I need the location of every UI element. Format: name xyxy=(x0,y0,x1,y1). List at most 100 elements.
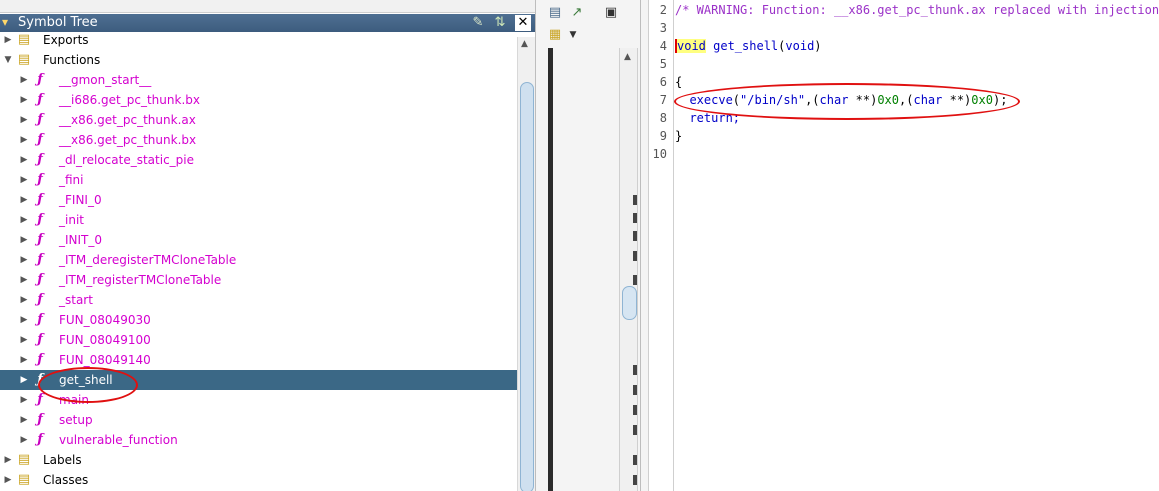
expand-icon[interactable]: ▶ xyxy=(19,354,29,366)
code-token[interactable]: execve xyxy=(675,93,732,107)
tree-item-label: Functions xyxy=(43,53,101,67)
snapshot-icon[interactable]: ▣ xyxy=(602,4,620,22)
expand-icon[interactable]: ▶ xyxy=(3,34,13,46)
expand-icon[interactable]: ▶ xyxy=(19,254,29,266)
expand-icon[interactable]: ▶ xyxy=(19,414,29,426)
tree-function-itm-deregistertmclonetable[interactable]: ▶ ƒ _ITM_deregisterTMCloneTable xyxy=(0,250,517,270)
code-token[interactable]: 0x0 xyxy=(971,93,993,107)
code-token[interactable]: "/bin/sh" xyxy=(740,93,805,107)
tree-function-fun-08049030[interactable]: ▶ ƒ FUN_08049030 xyxy=(0,310,517,330)
expand-icon[interactable]: ▶ xyxy=(19,174,29,186)
code-token[interactable]: { xyxy=(675,75,682,89)
code-token[interactable]: get_shell xyxy=(706,39,778,53)
tree-function-itm-registertmclonetable[interactable]: ▶ ƒ _ITM_registerTMCloneTable xyxy=(0,270,517,290)
tree-function-fini-0[interactable]: ▶ ƒ _FINI_0 xyxy=(0,190,517,210)
expand-icon[interactable]: ▶ xyxy=(3,474,13,486)
code-token[interactable]: ); xyxy=(993,93,1007,107)
scroll-up-icon[interactable]: ▲ xyxy=(624,52,631,62)
tree-function-dl-relocate-static-pie[interactable]: ▶ ƒ _dl_relocate_static_pie xyxy=(0,150,517,170)
code-token[interactable]: } xyxy=(675,129,682,143)
tree-category-classes[interactable]: ▶ ▤ Classes xyxy=(0,470,517,490)
thunk-function-icon: ƒ xyxy=(37,72,43,87)
tree-item-label: get_shell xyxy=(59,373,113,387)
marker xyxy=(633,425,637,435)
tree-function-get-shell[interactable]: ▶ ƒ get_shell xyxy=(0,370,517,390)
tree-function-init-0[interactable]: ▶ ƒ _INIT_0 xyxy=(0,230,517,250)
collapse-icon[interactable]: ▼ xyxy=(3,54,13,66)
folder-icon: ▤ xyxy=(17,472,31,487)
expand-icon[interactable]: ▶ xyxy=(19,314,29,326)
code-token[interactable]: ) xyxy=(814,39,821,53)
code-line[interactable]: { xyxy=(675,73,682,91)
table-export-icon[interactable]: ▤ xyxy=(546,4,564,22)
symbol-tree-scrollbar[interactable]: ▲ xyxy=(517,37,535,491)
expand-icon[interactable]: ▶ xyxy=(19,374,29,386)
tree-function-vulnerable-function[interactable]: ▶ ƒ vulnerable_function xyxy=(0,430,517,450)
navigate-icon[interactable]: ✎ xyxy=(470,15,486,31)
scrollbar-thumb[interactable] xyxy=(520,82,534,491)
expand-icon[interactable]: ▶ xyxy=(19,334,29,346)
marker xyxy=(633,385,637,395)
expand-icon[interactable]: ▶ xyxy=(19,434,29,446)
thunk-function-icon: ƒ xyxy=(37,252,43,267)
tree-function-init[interactable]: ▶ ƒ _init xyxy=(0,210,517,230)
expand-icon[interactable]: ▶ xyxy=(3,454,13,466)
code-token[interactable]: char xyxy=(820,93,849,107)
edit-graph-icon[interactable]: ↗ xyxy=(568,4,586,22)
code-line[interactable]: void get_shell(void) xyxy=(675,37,822,55)
code-line[interactable]: /* WARNING: Function: __x86.get_pc_thunk… xyxy=(675,1,1159,19)
code-token[interactable]: ( xyxy=(733,93,740,107)
code-line[interactable]: return; xyxy=(675,109,740,127)
function-icon: ƒ xyxy=(37,352,43,367)
expand-icon[interactable]: ▶ xyxy=(19,114,29,126)
code-token[interactable]: **) xyxy=(942,93,972,107)
tree-function-i686-get-pc-thunk-bx[interactable]: ▶ ƒ __i686.get_pc_thunk.bx xyxy=(0,90,517,110)
code-line[interactable]: } xyxy=(675,127,682,145)
folder-icon: ▤ xyxy=(17,32,31,47)
expand-icon[interactable]: ▶ xyxy=(19,154,29,166)
expand-icon[interactable]: ▶ xyxy=(19,194,29,206)
tree-function-start[interactable]: ▶ ƒ _start xyxy=(0,290,517,310)
tree-category-exports[interactable]: ▶ ▤ Exports xyxy=(0,30,517,50)
expand-icon[interactable]: ▶ xyxy=(19,294,29,306)
symbol-tree-panel: ▾ Symbol Tree ✎ ⇅ ✕ ▶ ▤ Exports ▼ ▤ Functions… xyxy=(0,0,535,491)
expand-icon[interactable]: ▶ xyxy=(19,74,29,86)
code-token[interactable]: **) xyxy=(848,93,878,107)
tree-item-label: _dl_relocate_static_pie xyxy=(59,153,194,167)
panel-divider[interactable] xyxy=(640,0,641,491)
expand-icon[interactable]: ▶ xyxy=(19,214,29,226)
code-token[interactable]: ,( xyxy=(805,93,819,107)
expand-icon[interactable]: ▶ xyxy=(19,134,29,146)
tree-function-fun-08049140[interactable]: ▶ ƒ FUN_08049140 xyxy=(0,350,517,370)
code-token[interactable]: /* WARNING: Function: __x86.get_pc_thunk… xyxy=(675,3,1159,17)
code-token[interactable]: return; xyxy=(675,111,740,125)
tree-category-functions[interactable]: ▼ ▤ Functions xyxy=(0,50,517,70)
expand-icon[interactable]: ▶ xyxy=(19,94,29,106)
code-line[interactable]: execve("/bin/sh",(char **)0x0,(char **)0… xyxy=(675,91,1007,109)
close-icon[interactable]: ✕ xyxy=(515,15,531,31)
tree-function-x86-get-pc-thunk-ax[interactable]: ▶ ƒ __x86.get_pc_thunk.ax xyxy=(0,110,517,130)
code-token[interactable]: 0x0 xyxy=(877,93,899,107)
code-token[interactable]: void xyxy=(785,39,814,53)
expand-icon[interactable]: ▶ xyxy=(19,394,29,406)
tree-function-x86-get-pc-thunk-bx[interactable]: ▶ ƒ __x86.get_pc_thunk.bx xyxy=(0,130,517,150)
code-token[interactable]: ,( xyxy=(899,93,913,107)
code-token[interactable]: char xyxy=(913,93,942,107)
document-icon[interactable]: ▦ xyxy=(546,26,564,44)
marker xyxy=(633,455,637,465)
tree-item-label: FUN_08049030 xyxy=(59,313,151,327)
tree-function-fun-08049100[interactable]: ▶ ƒ FUN_08049100 xyxy=(0,330,517,350)
tree-function-gmon-start[interactable]: ▶ ƒ __gmon_start__ xyxy=(0,70,517,90)
tree-function-setup[interactable]: ▶ ƒ setup xyxy=(0,410,517,430)
code-token[interactable]: void xyxy=(675,39,706,53)
tree-function-fini[interactable]: ▶ ƒ _fini xyxy=(0,170,517,190)
marker xyxy=(633,275,637,285)
scroll-up-icon[interactable]: ▲ xyxy=(521,39,528,49)
chevron-down-icon[interactable]: ▼ xyxy=(564,26,582,44)
tree-item-label: _init xyxy=(59,213,84,227)
expand-icon[interactable]: ▶ xyxy=(19,234,29,246)
tree-function-main[interactable]: ▶ ƒ main xyxy=(0,390,517,410)
tree-category-labels[interactable]: ▶ ▤ Labels xyxy=(0,450,517,470)
link-icon[interactable]: ⇅ xyxy=(492,15,508,31)
expand-icon[interactable]: ▶ xyxy=(19,274,29,286)
